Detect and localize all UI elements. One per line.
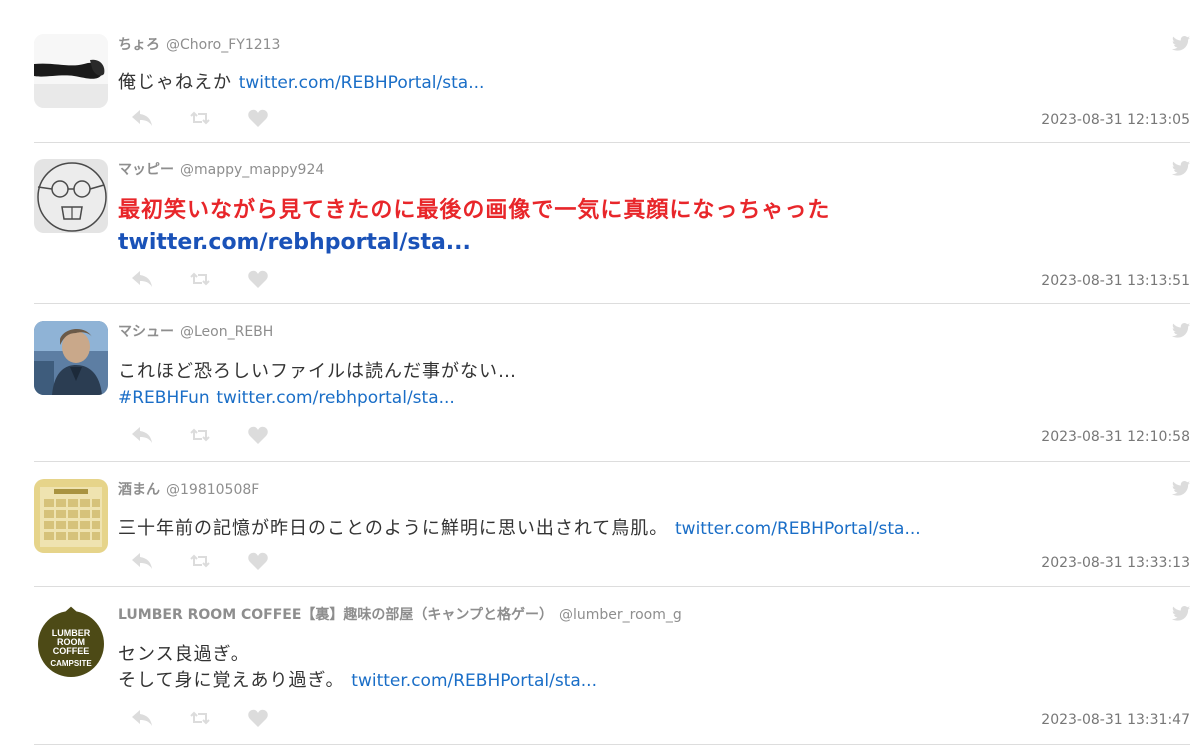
- retweet-icon[interactable]: [188, 425, 212, 445]
- retweet-icon[interactable]: [188, 108, 212, 128]
- heart-icon[interactable]: [246, 108, 270, 128]
- hashtag-link[interactable]: #REBHFun: [118, 388, 210, 408]
- tweet-text-content: 俺じゃねえか: [118, 72, 232, 93]
- reply-icon[interactable]: [130, 425, 154, 445]
- tweet-feed: ちょろ @Choro_FY1213 俺じゃねえか twitter.com/REBH…: [0, 0, 1200, 748]
- tweet-text-line1: センス良過ぎ。: [118, 644, 250, 665]
- avatar[interactable]: [34, 34, 108, 108]
- author-handle[interactable]: @Choro_FY1213: [166, 37, 280, 53]
- tweet-actions: [130, 551, 304, 571]
- reply-icon[interactable]: [130, 708, 154, 728]
- tweet-text: センス良過ぎ。 そして身に覚えあり過ぎ。 twitter.com/REBHPor…: [118, 642, 597, 694]
- tweet-item: マシュー @Leon_REBH これほど恐ろしいファイルは読んだ事がない… #RE…: [34, 321, 1190, 462]
- avatar[interactable]: LUMBER ROOM COFFEE CAMPSITE: [34, 604, 108, 678]
- author-name[interactable]: 酒まん: [118, 482, 160, 498]
- tweet-header: マッピー @mappy_mappy924: [118, 159, 324, 179]
- tweet-actions: [130, 708, 304, 728]
- reply-icon[interactable]: [130, 108, 154, 128]
- heart-icon[interactable]: [246, 551, 270, 571]
- tweet-link[interactable]: twitter.com/REBHPortal/sta...: [351, 671, 597, 691]
- tweet-header: マシュー @Leon_REBH: [118, 321, 273, 341]
- avatar-text-campsite: CAMPSITE: [50, 659, 92, 668]
- tweet-actions: [130, 108, 304, 128]
- tweet-link[interactable]: twitter.com/REBHPortal/sta...: [239, 73, 485, 93]
- tweet-item: 酒まん @19810508F 三十年前の記憶が昨日のことのように鮮明に思い出されて…: [34, 479, 1190, 587]
- tweet-item: ちょろ @Choro_FY1213 俺じゃねえか twitter.com/REBH…: [34, 34, 1190, 143]
- retweet-icon[interactable]: [188, 269, 212, 289]
- tweet-text: 俺じゃねえか twitter.com/REBHPortal/sta...: [118, 70, 484, 96]
- twitter-bird-icon[interactable]: [1172, 323, 1190, 338]
- tweet-text-content: 最初笑いながら見てきたのに最後の画像で一気に真顔になっちゃった: [118, 198, 831, 223]
- author-handle[interactable]: @lumber_room_g: [559, 607, 682, 623]
- tweet-header: 酒まん @19810508F: [118, 479, 259, 499]
- heart-icon[interactable]: [246, 425, 270, 445]
- heart-icon[interactable]: [246, 708, 270, 728]
- tweet-header: LUMBER ROOM COFFEE【裏】趣味の部屋（キャンプと格ゲー） @lum…: [118, 604, 682, 624]
- avatar-text-coffee: COFFEE: [53, 646, 90, 656]
- avatar[interactable]: [34, 479, 108, 553]
- heart-icon[interactable]: [246, 269, 270, 289]
- tweet-text: 三十年前の記憶が昨日のことのように鮮明に思い出されて鳥肌。 twitter.co…: [118, 516, 921, 542]
- tweet-item: マッピー @mappy_mappy924 最初笑いながら見てきたのに最後の画像で一…: [34, 159, 1190, 304]
- avatar[interactable]: [34, 321, 108, 395]
- tweet-actions: [130, 269, 304, 289]
- tweet-actions: [130, 425, 304, 445]
- tweet-timestamp[interactable]: 2023-08-31 12:10:58: [1041, 427, 1190, 447]
- tweet-text: これほど恐ろしいファイルは読んだ事がない… #REBHFun twitter.c…: [118, 359, 517, 411]
- tweet-link[interactable]: twitter.com/REBHPortal/sta...: [675, 519, 921, 539]
- tweet-link[interactable]: twitter.com/rebhportal/sta...: [216, 388, 454, 408]
- tweet-timestamp[interactable]: 2023-08-31 13:13:51: [1041, 271, 1190, 291]
- reply-icon[interactable]: [130, 269, 154, 289]
- tweet-header: ちょろ @Choro_FY1213: [118, 34, 280, 54]
- avatar[interactable]: [34, 159, 108, 233]
- author-name[interactable]: マシュー: [118, 324, 174, 340]
- twitter-bird-icon[interactable]: [1172, 606, 1190, 621]
- tweet-text-content: 三十年前の記憶が昨日のことのように鮮明に思い出されて鳥肌。: [118, 518, 669, 539]
- tweet-timestamp[interactable]: 2023-08-31 13:33:13: [1041, 553, 1190, 573]
- tweet-text-content: これほど恐ろしいファイルは読んだ事がない…: [118, 361, 517, 382]
- tweet-item: LUMBER ROOM COFFEE CAMPSITE LUMBER ROOM …: [34, 604, 1190, 745]
- author-handle[interactable]: @Leon_REBH: [180, 324, 273, 340]
- twitter-bird-icon[interactable]: [1172, 36, 1190, 51]
- tweet-timestamp[interactable]: 2023-08-31 13:31:47: [1041, 710, 1190, 730]
- author-handle[interactable]: @19810508F: [166, 482, 259, 498]
- tweet-link[interactable]: twitter.com/rebhportal/sta...: [118, 227, 830, 259]
- twitter-bird-icon[interactable]: [1172, 481, 1190, 496]
- author-handle[interactable]: @mappy_mappy924: [180, 162, 324, 178]
- tweet-timestamp[interactable]: 2023-08-31 12:13:05: [1041, 110, 1190, 130]
- tweet-text: 最初笑いながら見てきたのに最後の画像で一気に真顔になっちゃった twitter.…: [118, 195, 830, 259]
- reply-icon[interactable]: [130, 551, 154, 571]
- twitter-bird-icon[interactable]: [1172, 161, 1190, 176]
- author-name[interactable]: LUMBER ROOM COFFEE【裏】趣味の部屋（キャンプと格ゲー）: [118, 607, 553, 623]
- retweet-icon[interactable]: [188, 551, 212, 571]
- tweet-text-line2: そして身に覚えあり過ぎ。: [118, 670, 345, 691]
- author-name[interactable]: ちょろ: [118, 37, 160, 53]
- author-name[interactable]: マッピー: [118, 162, 174, 178]
- retweet-icon[interactable]: [188, 708, 212, 728]
